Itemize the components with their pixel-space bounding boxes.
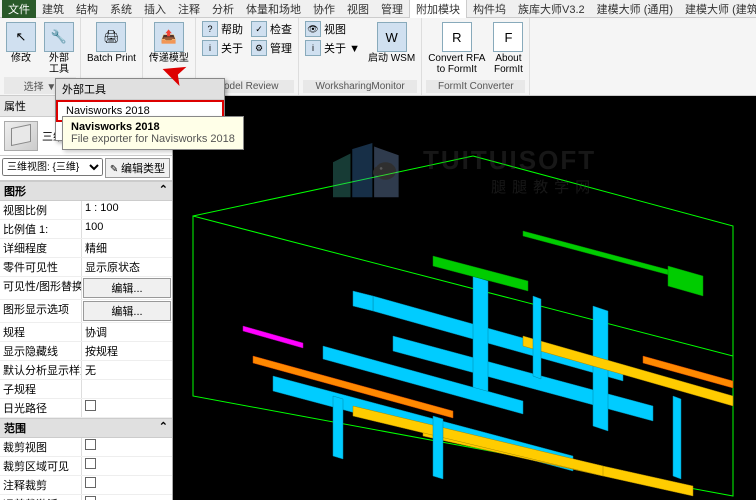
vg-edit-button[interactable]: 编辑... [83,278,171,298]
info-icon: i [202,40,218,56]
panel-wsm: 👁视图 i关于 ▼ W启动 WSM WorksharingMonitor [299,18,422,95]
wsm-about-button[interactable]: i关于 ▼ [303,39,362,57]
view-cube-icon [4,121,38,151]
external-tools-button[interactable]: 🔧外部 工具 [42,20,76,77]
detail-value[interactable]: 精细 [82,239,172,257]
anno-checkbox[interactable] [85,477,96,488]
manage-button[interactable]: ⚙管理 [249,39,294,57]
help-button[interactable]: ?帮助 [200,20,245,38]
tab-insert[interactable]: 插入 [138,0,172,18]
viewport-3d[interactable]: / 隔点 TUITUISOFT腿腿教学网 [173,96,756,500]
scale-num-value[interactable]: 100 [82,220,172,238]
tooltip-title: Navisworks 2018 [71,121,235,133]
view-selector[interactable]: 三维视图: {三维} [2,158,103,176]
modify-button[interactable]: ↖修改 [4,20,38,66]
edit-type-button[interactable]: ✎ 编辑类型 [105,158,170,178]
tab-sys[interactable]: 系统 [104,0,138,18]
tab-struct[interactable]: 结构 [70,0,104,18]
watermark-logo-icon [323,136,413,206]
send-icon: 📤 [154,22,184,52]
convert-icon: R [442,22,472,52]
panel-formit: RConvert RFA to FormIt FAbout FormIt For… [422,18,530,95]
tab-annot[interactable]: 注释 [172,0,206,18]
panel-wsm-label: WorksharingMonitor [303,80,417,93]
tab-gjw[interactable]: 构件坞 [467,0,512,18]
tab-bar: 文件 建筑 结构 系统 插入 注释 分析 体量和场地 协作 视图 管理 附加模块… [0,0,756,18]
help-icon: ? [202,21,218,37]
sun-checkbox[interactable] [85,400,96,411]
discipline-value[interactable]: 协调 [82,323,172,341]
formit-icon: F [493,22,523,52]
hidden-value[interactable]: 按规程 [82,342,172,360]
convert-rfa-button[interactable]: RConvert RFA to FormIt [426,20,487,77]
cropvis-checkbox[interactable] [85,458,96,469]
tab-zkds[interactable]: 族库大师V3.2 [512,0,591,18]
about-formit-button[interactable]: FAbout FormIt [491,20,525,77]
tab-manage[interactable]: 管理 [375,0,409,18]
tab-addins[interactable]: 附加模块 [409,0,467,18]
scale-value[interactable]: 1 : 100 [82,201,172,219]
gear-icon: ⚙ [251,40,267,56]
dropdown-header: 外部工具 [56,79,224,100]
properties-panel: 属性 三维视图 三维视图: {三维} ✎ 编辑类型 图形⌃ 视图比例1 : 10… [0,96,173,500]
tab-collab[interactable]: 协作 [307,0,341,18]
cursor-icon: ↖ [6,22,36,52]
tab-mass[interactable]: 体量和场地 [240,0,307,18]
tab-view[interactable]: 视图 [341,0,375,18]
tab-file[interactable]: 文件 [2,0,36,18]
far-checkbox[interactable] [85,496,96,500]
tools-icon: 🔧 [44,22,74,52]
tooltip-desc: File exporter for Navisworks 2018 [71,133,235,145]
tab-jmds1[interactable]: 建模大师 (通用) [591,0,679,18]
section-graphics[interactable]: 图形⌃ [0,181,172,201]
watermark: TUITUISOFT腿腿教学网 [323,136,596,206]
info-icon: i [305,40,321,56]
disp-edit-button[interactable]: 编辑... [83,301,171,321]
wsm-icon: W [377,22,407,52]
tab-analyze[interactable]: 分析 [206,0,240,18]
style-value[interactable]: 无 [82,361,172,379]
tab-arch[interactable]: 建筑 [36,0,70,18]
crop-checkbox[interactable] [85,439,96,450]
check-icon: ✓ [251,21,267,37]
tooltip: Navisworks 2018 File exporter for Navisw… [62,116,244,150]
parts-value[interactable]: 显示原状态 [82,258,172,276]
printer-icon: 🖨 [96,22,126,52]
check-button[interactable]: ✓检查 [249,20,294,38]
section-extent[interactable]: 范围⌃ [0,418,172,438]
property-grid: 图形⌃ 视图比例1 : 100 比例值 1:100 详细程度精细 零件可见性显示… [0,181,172,500]
tab-jmds2[interactable]: 建模大师 (建筑) [679,0,756,18]
batch-print-button[interactable]: 🖨Batch Print [85,20,138,66]
eye-icon: 👁 [305,21,321,37]
wsm-view-button[interactable]: 👁视图 [303,20,362,38]
panel-formit-label: FormIt Converter [426,80,525,93]
sub-value[interactable] [82,380,172,398]
launch-wsm-button[interactable]: W启动 WSM [366,20,417,66]
about-button[interactable]: i关于 [200,39,245,57]
